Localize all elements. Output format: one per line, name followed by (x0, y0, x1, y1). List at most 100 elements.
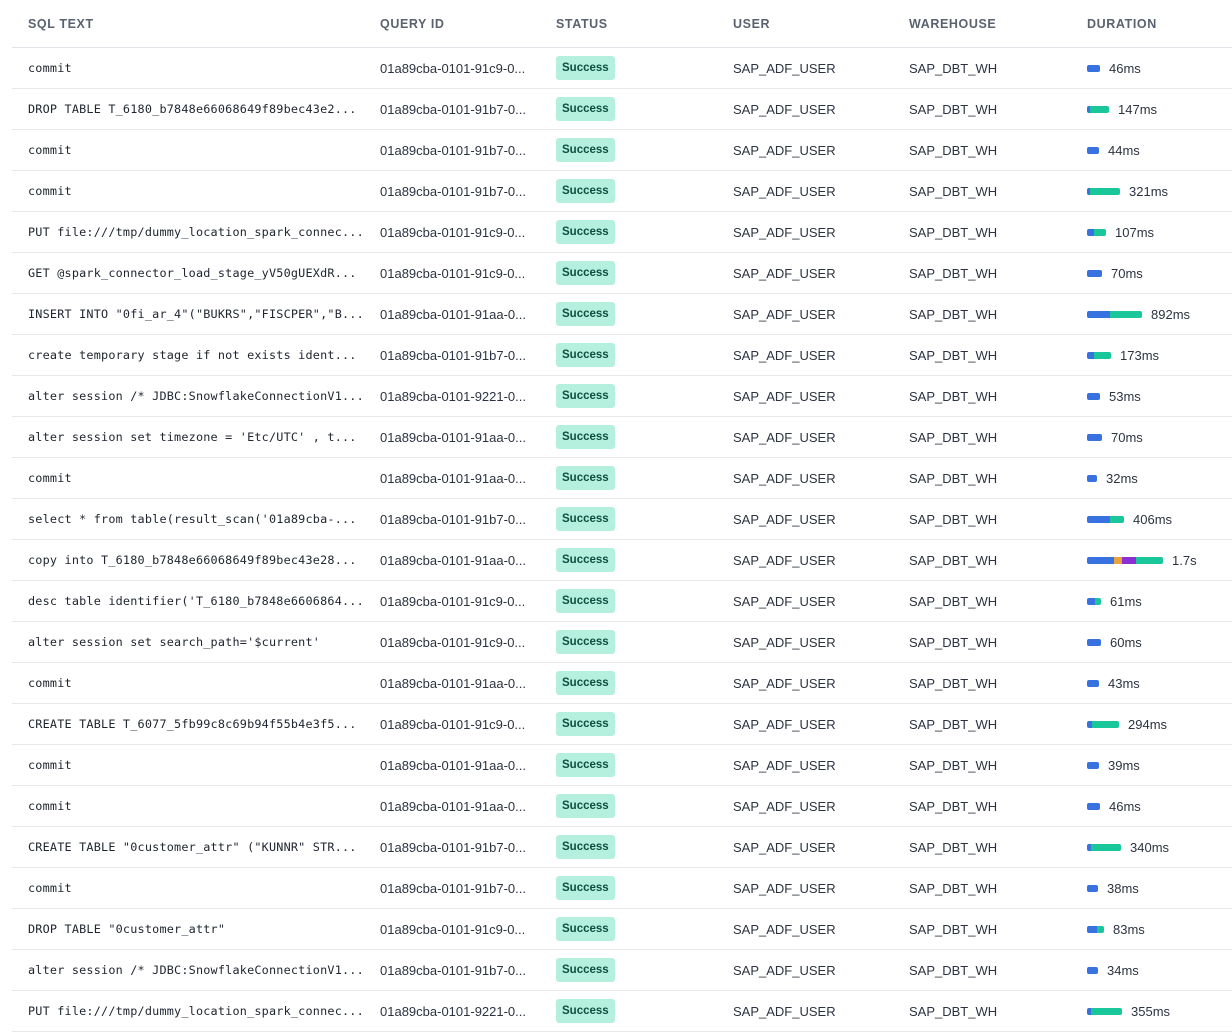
column-header-duration[interactable]: DURATION (1070, 17, 1232, 31)
duration-bar[interactable] (1087, 925, 1104, 933)
sql-text-cell[interactable]: PUT file:///tmp/dummy_location_spark_con… (12, 225, 364, 239)
sql-text-cell[interactable]: desc table identifier('T_6180_b7848e6606… (12, 594, 364, 608)
duration-bar[interactable] (1087, 64, 1100, 72)
sql-text-cell[interactable]: alter session /* JDBC:SnowflakeConnectio… (12, 963, 364, 977)
duration-bar[interactable] (1087, 884, 1098, 892)
sql-text-cell[interactable]: INSERT INTO "0fi_ar_4"("BUKRS","FISCPER"… (12, 307, 364, 321)
table-row[interactable]: alter session set timezone = 'Etc/UTC' ,… (12, 417, 1232, 458)
table-row[interactable]: desc table identifier('T_6180_b7848e6606… (12, 581, 1232, 622)
query-id-cell[interactable]: 01a89cba-0101-91b7-0... (364, 963, 540, 978)
duration-bar[interactable] (1087, 679, 1099, 687)
sql-text-cell[interactable]: alter session set search_path='$current' (12, 635, 364, 649)
sql-text-cell[interactable]: commit (12, 184, 364, 198)
duration-bar[interactable] (1087, 720, 1119, 728)
query-id-cell[interactable]: 01a89cba-0101-91aa-0... (364, 307, 540, 322)
sql-text-cell[interactable]: commit (12, 758, 364, 772)
duration-bar[interactable] (1087, 392, 1100, 400)
duration-bar[interactable] (1087, 310, 1142, 318)
query-id-cell[interactable]: 01a89cba-0101-91aa-0... (364, 758, 540, 773)
table-row[interactable]: alter session /* JDBC:SnowflakeConnectio… (12, 376, 1232, 417)
query-id-cell[interactable]: 01a89cba-0101-91c9-0... (364, 717, 540, 732)
column-header-status[interactable]: STATUS (540, 17, 717, 31)
duration-bar[interactable] (1087, 228, 1106, 236)
sql-text-cell[interactable]: DROP TABLE "0customer_attr" (12, 922, 364, 936)
duration-bar[interactable] (1087, 105, 1109, 113)
sql-text-cell[interactable]: DROP TABLE T_6180_b7848e66068649f89bec43… (12, 102, 364, 116)
query-id-cell[interactable]: 01a89cba-0101-91b7-0... (364, 512, 540, 527)
table-row[interactable]: alter session set search_path='$current'… (12, 622, 1232, 663)
table-row[interactable]: PUT file:///tmp/dummy_location_spark_con… (12, 212, 1232, 253)
query-id-cell[interactable]: 01a89cba-0101-9221-0... (364, 389, 540, 404)
sql-text-cell[interactable]: PUT file:///tmp/dummy_location_spark_con… (12, 1004, 364, 1018)
query-id-cell[interactable]: 01a89cba-0101-91c9-0... (364, 61, 540, 76)
table-row[interactable]: commit 01a89cba-0101-91b7-0... Success SAP_… (12, 868, 1232, 909)
query-id-cell[interactable]: 01a89cba-0101-91aa-0... (364, 430, 540, 445)
table-row[interactable]: commit 01a89cba-0101-91aa-0... Success SAP_… (12, 745, 1232, 786)
table-row[interactable]: commit 01a89cba-0101-91aa-0... Success SAP_… (12, 663, 1232, 704)
table-row[interactable]: CREATE TABLE T_6077_5fb99c8c69b94f55b4e3… (12, 704, 1232, 745)
table-row[interactable]: select * from table(result_scan('01a89cb… (12, 499, 1232, 540)
duration-bar[interactable] (1087, 474, 1097, 482)
query-id-cell[interactable]: 01a89cba-0101-91b7-0... (364, 143, 540, 158)
query-id-cell[interactable]: 01a89cba-0101-91b7-0... (364, 184, 540, 199)
sql-text-cell[interactable]: commit (12, 881, 364, 895)
query-id-cell[interactable]: 01a89cba-0101-91c9-0... (364, 635, 540, 650)
sql-text-cell[interactable]: alter session set timezone = 'Etc/UTC' ,… (12, 430, 364, 444)
query-id-cell[interactable]: 01a89cba-0101-91c9-0... (364, 266, 540, 281)
query-id-cell[interactable]: 01a89cba-0101-91aa-0... (364, 471, 540, 486)
table-row[interactable]: INSERT INTO "0fi_ar_4"("BUKRS","FISCPER"… (12, 294, 1232, 335)
table-row[interactable]: commit 01a89cba-0101-91aa-0... Success SAP_… (12, 458, 1232, 499)
query-id-cell[interactable]: 01a89cba-0101-91aa-0... (364, 553, 540, 568)
query-id-cell[interactable]: 01a89cba-0101-9221-0... (364, 1004, 540, 1019)
query-id-cell[interactable]: 01a89cba-0101-91b7-0... (364, 102, 540, 117)
duration-bar[interactable] (1087, 597, 1101, 605)
duration-bar[interactable] (1087, 556, 1163, 564)
duration-bar[interactable] (1087, 843, 1121, 851)
duration-bar[interactable] (1087, 515, 1124, 523)
query-id-cell[interactable]: 01a89cba-0101-91c9-0... (364, 225, 540, 240)
table-row[interactable]: alter session /* JDBC:SnowflakeConnectio… (12, 950, 1232, 991)
column-header-sql-text[interactable]: SQL TEXT (12, 17, 364, 31)
table-row[interactable]: create temporary stage if not exists ide… (12, 335, 1232, 376)
table-row[interactable]: commit 01a89cba-0101-91aa-0... Success SAP_… (12, 786, 1232, 827)
sql-text-cell[interactable]: CREATE TABLE "0customer_attr" ("KUNNR" S… (12, 840, 364, 854)
sql-text-cell[interactable]: create temporary stage if not exists ide… (12, 348, 364, 362)
table-row[interactable]: copy into T_6180_b7848e66068649f89bec43e… (12, 540, 1232, 581)
sql-text-cell[interactable]: commit (12, 471, 364, 485)
sql-text-cell[interactable]: copy into T_6180_b7848e66068649f89bec43e… (12, 553, 364, 567)
query-id-cell[interactable]: 01a89cba-0101-91aa-0... (364, 799, 540, 814)
sql-text-cell[interactable]: GET @spark_connector_load_stage_yV50gUEX… (12, 266, 364, 280)
query-id-cell[interactable]: 01a89cba-0101-91b7-0... (364, 881, 540, 896)
query-id-cell[interactable]: 01a89cba-0101-91aa-0... (364, 676, 540, 691)
table-row[interactable]: commit 01a89cba-0101-91b7-0... Success SAP_… (12, 171, 1232, 212)
column-header-query-id[interactable]: QUERY ID (364, 17, 540, 31)
table-row[interactable]: GET @spark_connector_load_stage_yV50gUEX… (12, 253, 1232, 294)
column-header-user[interactable]: USER (717, 17, 893, 31)
sql-text-cell[interactable]: commit (12, 799, 364, 813)
table-row[interactable]: commit 01a89cba-0101-91c9-0... Success SAP_… (12, 48, 1232, 89)
query-id-cell[interactable]: 01a89cba-0101-91b7-0... (364, 840, 540, 855)
table-row[interactable]: CREATE TABLE "0customer_attr" ("KUNNR" S… (12, 827, 1232, 868)
table-row[interactable]: PUT file:///tmp/dummy_location_spark_con… (12, 991, 1232, 1032)
sql-text-cell[interactable]: CREATE TABLE T_6077_5fb99c8c69b94f55b4e3… (12, 717, 364, 731)
duration-bar[interactable] (1087, 966, 1098, 974)
sql-text-cell[interactable]: commit (12, 143, 364, 157)
sql-text-cell[interactable]: commit (12, 676, 364, 690)
duration-bar[interactable] (1087, 146, 1099, 154)
table-row[interactable]: commit 01a89cba-0101-91b7-0... Success SAP_… (12, 130, 1232, 171)
query-id-cell[interactable]: 01a89cba-0101-91b7-0... (364, 348, 540, 363)
duration-bar[interactable] (1087, 802, 1100, 810)
column-header-warehouse[interactable]: WAREHOUSE (893, 17, 1070, 31)
sql-text-cell[interactable]: commit (12, 61, 364, 75)
duration-bar[interactable] (1087, 351, 1111, 359)
table-row[interactable]: DROP TABLE T_6180_b7848e66068649f89bec43… (12, 89, 1232, 130)
duration-bar[interactable] (1087, 638, 1101, 646)
sql-text-cell[interactable]: select * from table(result_scan('01a89cb… (12, 512, 364, 526)
sql-text-cell[interactable]: alter session /* JDBC:SnowflakeConnectio… (12, 389, 364, 403)
duration-bar[interactable] (1087, 269, 1102, 277)
duration-bar[interactable] (1087, 761, 1099, 769)
duration-bar[interactable] (1087, 187, 1120, 195)
duration-bar[interactable] (1087, 433, 1102, 441)
query-id-cell[interactable]: 01a89cba-0101-91c9-0... (364, 922, 540, 937)
query-id-cell[interactable]: 01a89cba-0101-91c9-0... (364, 594, 540, 609)
